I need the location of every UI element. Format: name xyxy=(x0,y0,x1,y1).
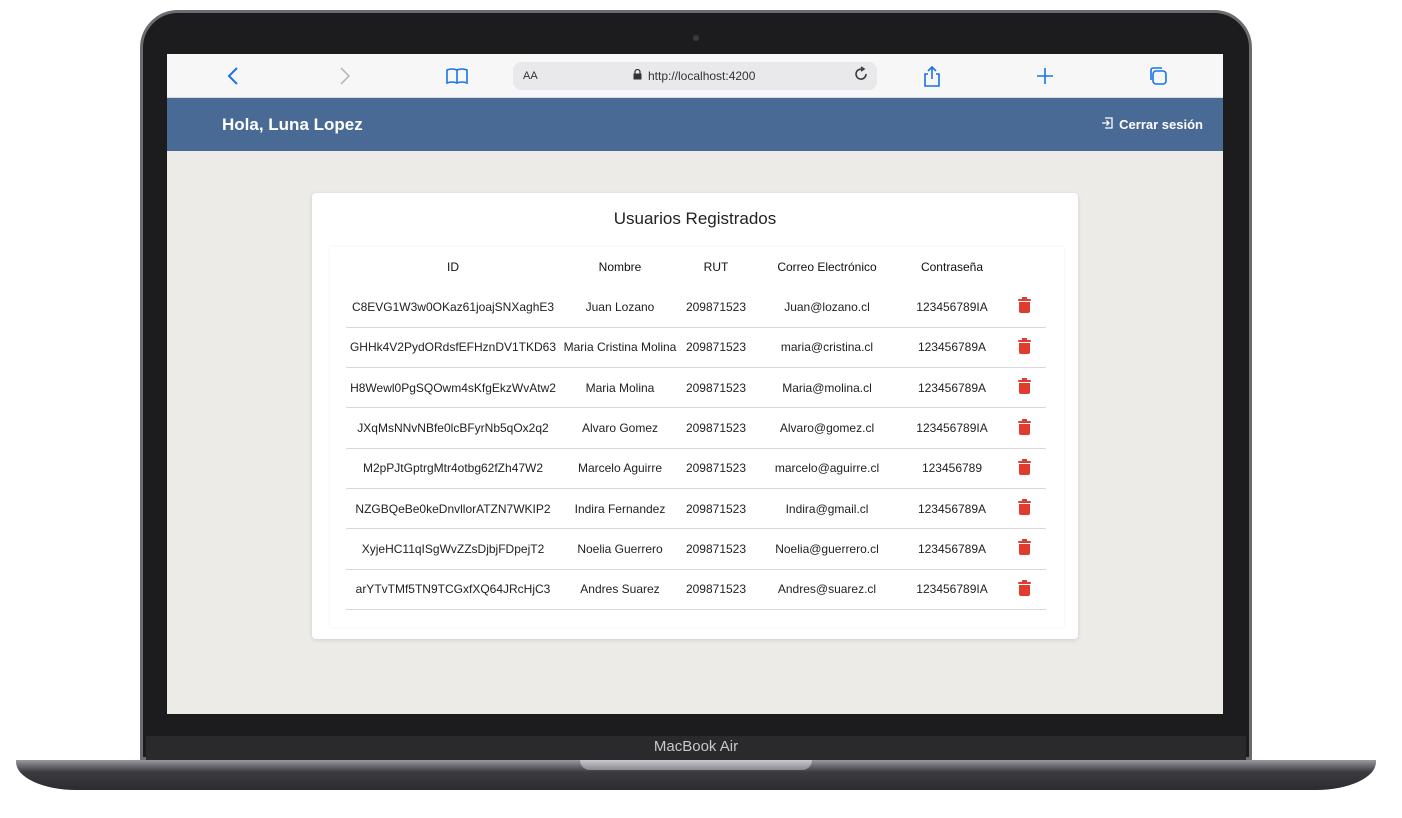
cell-contrasena: 123456789A xyxy=(902,528,1002,570)
delete-icon[interactable] xyxy=(1017,499,1031,516)
table-row: XyjeHC11qISgWvZZsDjbjFDpejT2 Noelia Guer… xyxy=(346,528,1046,570)
share-icon[interactable] xyxy=(912,62,952,90)
cell-contrasena: 123456789IA xyxy=(902,287,1002,328)
table-row: arYTvTMf5TN9TCGxfXQ64JRcHjC3 Andres Suar… xyxy=(346,569,1046,610)
table-row: H8Wewl0PgSQOwm4sKfgEkzWvAtw2 Maria Molin… xyxy=(346,367,1046,409)
screen: AA http://localhost:4200 Hola, Luna Lope… xyxy=(167,54,1223,714)
cell-id: arYTvTMf5TN9TCGxfXQ64JRcHjC3 xyxy=(346,569,560,610)
delete-icon[interactable] xyxy=(1017,378,1031,395)
table-header-row: ID Nombre RUT Correo Electrónico Contras… xyxy=(346,247,1046,287)
cell-contrasena: 123456789IA xyxy=(902,407,1002,449)
text-size-button[interactable]: AA xyxy=(523,70,538,82)
cell-rut: 209871523 xyxy=(680,287,752,328)
column-header-contrasena: Contraseña xyxy=(920,260,984,274)
logout-label: Cerrar sesión xyxy=(1119,117,1203,132)
back-icon[interactable] xyxy=(213,62,253,90)
cell-nombre: Juan Lozano xyxy=(560,287,680,328)
cell-rut: 209871523 xyxy=(680,488,752,530)
cell-rut: 209871523 xyxy=(680,528,752,570)
cell-rut: 209871523 xyxy=(680,448,752,489)
cell-contrasena: 123456789IA xyxy=(902,569,1002,610)
cell-correo: marcelo@aguirre.cl xyxy=(752,448,902,489)
camera xyxy=(693,35,699,41)
cell-contrasena: 123456789A xyxy=(902,327,1002,369)
table-row: NZGBQeBe0keDnvllorATZN7WKIP2 Indira Fern… xyxy=(346,488,1046,530)
delete-icon[interactable] xyxy=(1017,418,1031,435)
cell-correo: Indira@gmail.cl xyxy=(752,488,902,530)
cell-id: JXqMsNNvNBfe0lcBFyrNb5qOx2q2 xyxy=(346,407,560,449)
column-header-nombre: Nombre xyxy=(598,260,642,274)
browser-toolbar: AA http://localhost:4200 xyxy=(167,54,1223,98)
reload-icon[interactable] xyxy=(853,65,869,87)
cell-nombre: Andres Suarez xyxy=(560,569,680,610)
logout-icon xyxy=(1101,117,1113,132)
cell-correo: Alvaro@gomez.cl xyxy=(752,407,902,449)
users-card: Usuarios Registrados ID Nombre RUT Corre… xyxy=(312,193,1078,639)
cell-contrasena: 123456789 xyxy=(902,448,1002,489)
table-row: C8EVG1W3w0OKaz61joajSNXaghE3 Juan Lozano… xyxy=(346,287,1046,328)
cell-id: NZGBQeBe0keDnvllorATZN7WKIP2 xyxy=(346,488,560,530)
cell-correo: Juan@lozano.cl xyxy=(752,287,902,328)
cell-nombre: Maria Cristina Molina xyxy=(560,327,680,369)
greeting: Hola, Luna Lopez xyxy=(222,115,363,134)
delete-icon[interactable] xyxy=(1017,579,1031,596)
address-bar[interactable]: AA http://localhost:4200 xyxy=(513,62,877,90)
table-row: M2pPJtGptrgMtr4otbg62fZh47W2 Marcelo Agu… xyxy=(346,448,1046,489)
table-row: GHHk4V2PydORdsfEFHznDV1TKD63 Maria Crist… xyxy=(346,327,1046,369)
cell-contrasena: 123456789A xyxy=(902,488,1002,530)
column-header-correo: Correo Electrónico xyxy=(777,260,877,274)
delete-icon[interactable] xyxy=(1017,458,1031,475)
new-tab-icon[interactable] xyxy=(1025,62,1065,90)
device-label: MacBook Air xyxy=(653,738,739,755)
users-table: ID Nombre RUT Correo Electrónico Contras… xyxy=(346,247,1046,610)
laptop-notch xyxy=(580,760,812,770)
tabs-icon[interactable] xyxy=(1138,62,1178,90)
forward-icon[interactable] xyxy=(325,62,365,90)
cell-rut: 209871523 xyxy=(680,569,752,610)
cell-contrasena: 123456789A xyxy=(902,367,1002,409)
cell-nombre: Alvaro Gomez xyxy=(560,407,680,449)
cell-correo: maria@cristina.cl xyxy=(752,327,902,369)
cell-nombre: Marcelo Aguirre xyxy=(560,448,680,489)
logout-button[interactable]: Cerrar sesión xyxy=(1101,117,1203,132)
cell-correo: Andres@suarez.cl xyxy=(752,569,902,610)
cell-id: GHHk4V2PydORdsfEFHznDV1TKD63 xyxy=(346,327,560,369)
cell-rut: 209871523 xyxy=(680,367,752,409)
cell-rut: 209871523 xyxy=(680,407,752,449)
url-text: http://localhost:4200 xyxy=(648,69,756,83)
cell-correo: Noelia@guerrero.cl xyxy=(752,528,902,570)
lock-icon xyxy=(633,68,642,83)
users-table-container: ID Nombre RUT Correo Electrónico Contras… xyxy=(330,247,1064,627)
delete-icon[interactable] xyxy=(1017,297,1031,314)
column-header-id: ID xyxy=(447,260,459,274)
delete-icon[interactable] xyxy=(1017,337,1031,354)
cell-nombre: Indira Fernandez xyxy=(560,488,680,530)
column-header-actions xyxy=(1002,247,1046,287)
delete-icon[interactable] xyxy=(1017,539,1031,556)
card-title: Usuarios Registrados xyxy=(613,209,777,228)
cell-id: C8EVG1W3w0OKaz61joajSNXaghE3 xyxy=(346,287,560,328)
cell-id: H8Wewl0PgSQOwm4sKfgEkzWvAtw2 xyxy=(346,367,560,409)
cell-nombre: Maria Molina xyxy=(560,367,680,409)
cell-nombre: Noelia Guerrero xyxy=(560,528,680,570)
column-header-rut: RUT xyxy=(703,260,729,274)
bookmarks-icon[interactable] xyxy=(437,62,477,90)
table-row: JXqMsNNvNBfe0lcBFyrNb5qOx2q2 Alvaro Gome… xyxy=(346,407,1046,449)
cell-id: XyjeHC11qISgWvZZsDjbjFDpejT2 xyxy=(346,528,560,570)
cell-rut: 209871523 xyxy=(680,327,752,369)
cell-id: M2pPJtGptrgMtr4otbg62fZh47W2 xyxy=(346,448,560,489)
app-header: Hola, Luna Lopez Cerrar sesión xyxy=(167,98,1223,151)
cell-correo: Maria@molina.cl xyxy=(752,367,902,409)
